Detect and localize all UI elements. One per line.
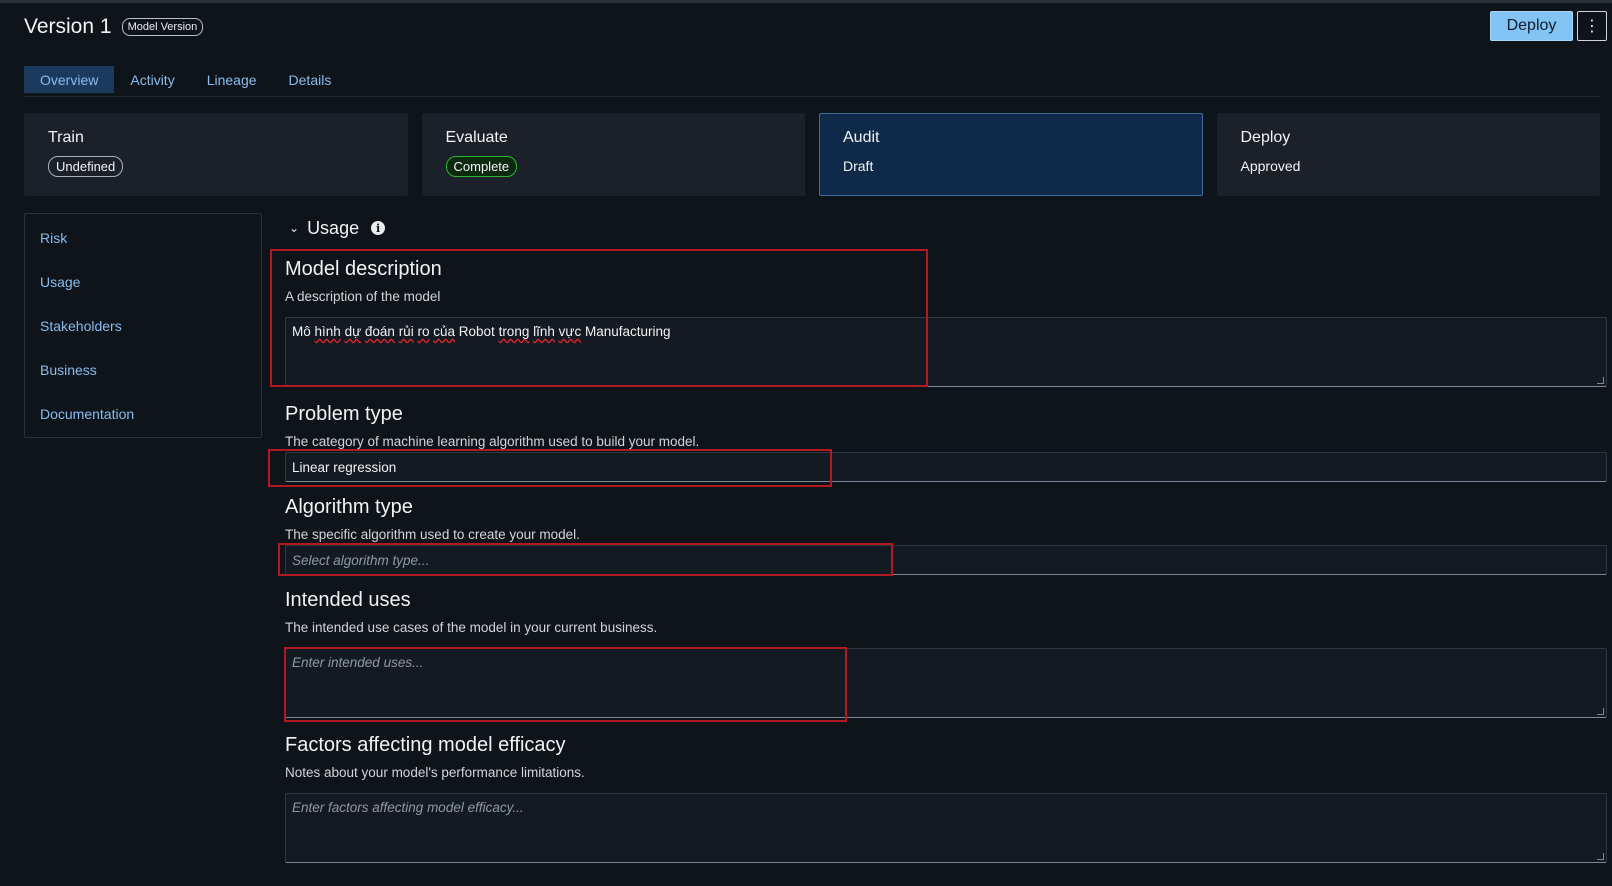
algorithm-type-select[interactable]: Select algorithm type... bbox=[285, 545, 1607, 575]
chevron-down-icon[interactable]: ⌄ bbox=[289, 221, 299, 235]
model-description-textarea[interactable]: Mô hình dự đoán rủi ro của Robot trong l… bbox=[285, 317, 1607, 387]
description-word: trong bbox=[498, 324, 530, 339]
deploy-button[interactable]: Deploy bbox=[1490, 11, 1573, 41]
description-word: lĩnh bbox=[533, 324, 555, 339]
factors-label: Factors affecting model efficacy bbox=[285, 734, 566, 756]
resize-handle-icon[interactable] bbox=[1597, 377, 1604, 384]
stage-card-train[interactable]: Train Undefined bbox=[24, 113, 408, 196]
tab-overview[interactable]: Overview bbox=[24, 66, 115, 93]
stage-card-deploy[interactable]: Deploy Approved bbox=[1216, 113, 1600, 196]
page-title: Version 1 bbox=[24, 15, 112, 38]
stage-cards: Train Undefined Evaluate Complete Audit … bbox=[24, 113, 1600, 196]
description-word: rủi bbox=[398, 324, 414, 339]
problem-type-value: Linear regression bbox=[292, 459, 397, 475]
sidenav-item-documentation[interactable]: Documentation bbox=[25, 402, 261, 446]
factors-help: Notes about your model's performance lim… bbox=[285, 765, 585, 780]
sidenav-item-stakeholders[interactable]: Stakeholders bbox=[25, 314, 261, 358]
tab-activity[interactable]: Activity bbox=[114, 66, 190, 93]
model-description-help: A description of the model bbox=[285, 289, 441, 304]
model-description-label: Model description bbox=[285, 258, 442, 280]
sidenav-item-usage[interactable]: Usage bbox=[25, 270, 261, 314]
model-version-badge: Model Version bbox=[121, 18, 204, 36]
resize-handle-icon[interactable] bbox=[1597, 708, 1604, 715]
description-word: ro bbox=[417, 324, 430, 339]
stage-card-evaluate[interactable]: Evaluate Complete bbox=[421, 113, 805, 196]
description-word: Manufacturing bbox=[581, 324, 671, 339]
problem-type-help: The category of machine learning algorit… bbox=[285, 434, 700, 449]
model-description-value: Mô hình dự đoán rủi ro của Robot trong l… bbox=[292, 324, 671, 339]
status-badge: Complete bbox=[445, 156, 518, 177]
usage-section-header[interactable]: ⌄ Usage i bbox=[289, 216, 386, 240]
sidenav-item-risk[interactable]: Risk bbox=[25, 226, 261, 270]
description-word: của bbox=[433, 324, 456, 339]
algorithm-type-label: Algorithm type bbox=[285, 496, 413, 518]
intended-uses-help: The intended use cases of the model in y… bbox=[285, 620, 658, 635]
info-icon[interactable]: i bbox=[371, 221, 386, 235]
section-title: Usage bbox=[307, 217, 360, 238]
tab-details[interactable]: Details bbox=[273, 66, 348, 93]
intended-uses-placeholder: Enter intended uses... bbox=[292, 655, 424, 670]
problem-type-select[interactable]: Linear regression bbox=[285, 452, 1607, 482]
factors-placeholder: Enter factors affecting model efficacy..… bbox=[292, 800, 524, 815]
description-word: Mô bbox=[292, 324, 315, 339]
top-border bbox=[0, 0, 1612, 3]
section-sidenav: Risk Usage Stakeholders Business Documen… bbox=[24, 213, 262, 438]
intended-uses-textarea[interactable]: Enter intended uses... bbox=[285, 648, 1607, 718]
tab-bar: Overview Activity Lineage Details bbox=[24, 66, 1600, 97]
stage-name: Train bbox=[48, 129, 84, 146]
tab-lineage[interactable]: Lineage bbox=[191, 66, 273, 93]
mouse-cursor-icon bbox=[713, 856, 727, 876]
stage-name: Audit bbox=[843, 129, 880, 146]
more-actions-icon[interactable]: ⋮ bbox=[1577, 11, 1607, 41]
algorithm-type-placeholder: Select algorithm type... bbox=[292, 552, 430, 568]
stage-name: Deploy bbox=[1240, 129, 1291, 146]
description-word: đoán bbox=[364, 324, 395, 339]
stage-status: Draft bbox=[843, 158, 874, 174]
algorithm-type-help: The specific algorithm used to create yo… bbox=[285, 527, 580, 542]
stage-card-audit[interactable]: Audit Draft bbox=[819, 113, 1203, 196]
stage-status: Approved bbox=[1240, 158, 1301, 174]
resize-handle-icon[interactable] bbox=[1597, 853, 1604, 860]
intended-uses-label: Intended uses bbox=[285, 589, 411, 611]
page-header: Version 1 Model Version bbox=[24, 12, 204, 42]
factors-textarea[interactable]: Enter factors affecting model efficacy..… bbox=[285, 793, 1607, 863]
description-word: dự bbox=[344, 324, 362, 339]
description-word: vực bbox=[558, 324, 582, 339]
sidenav-item-business[interactable]: Business bbox=[25, 358, 261, 402]
description-word: hình bbox=[314, 324, 341, 339]
stage-name: Evaluate bbox=[445, 129, 508, 146]
status-badge: Undefined bbox=[48, 156, 124, 177]
problem-type-label: Problem type bbox=[285, 403, 403, 425]
description-word: Robot bbox=[455, 324, 499, 339]
